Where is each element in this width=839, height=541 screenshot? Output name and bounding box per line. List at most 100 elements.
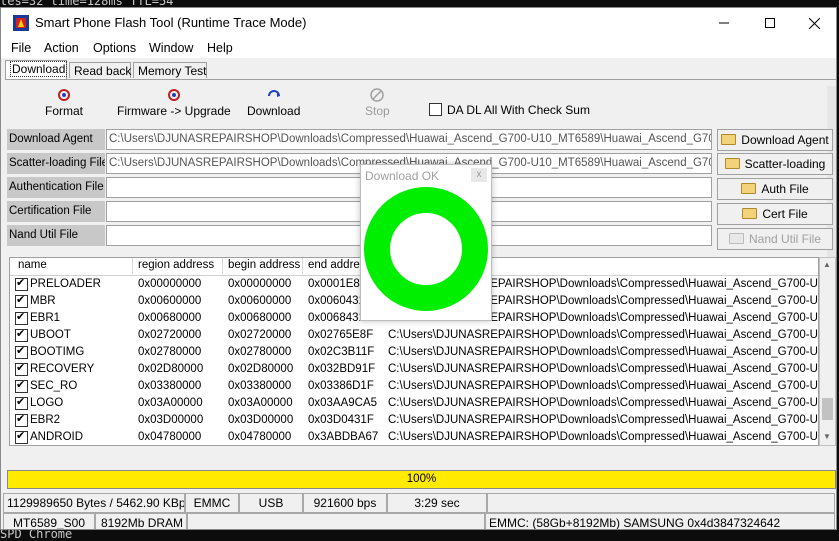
checkmark-icon: ✔ [16,396,26,408]
row-checkbox[interactable]: ✔ [15,379,28,393]
row-checkbox[interactable]: ✔ [15,294,28,308]
col-region-address[interactable]: region address [138,259,214,271]
row-checkbox[interactable]: ✔ [15,430,28,444]
cert-file-button-label: Cert File [762,207,808,221]
col-begin-address[interactable]: begin address [228,259,300,271]
col-separator[interactable] [132,258,133,274]
row-checkbox[interactable]: ✔ [15,311,28,325]
checkmark-icon: ✔ [16,311,26,323]
cell-name: RECOVERY [30,363,95,375]
download-agent-label: Download Agent [7,129,105,150]
checkmark-icon: ✔ [16,379,26,391]
table-horizontal-scrollbar[interactable] [9,446,819,460]
status-port: USB [239,493,303,513]
cert-file-button[interactable]: Cert File [717,203,833,225]
maximize-icon [765,18,775,28]
cell-region: 0x03A00000 [138,397,203,409]
checksum-label: DA DL All With Check Sum [447,103,590,117]
cert-file-label: Certification File [7,201,105,222]
scroll-up-icon[interactable]: ▲ [823,260,831,269]
menu-action[interactable]: Action [44,41,79,55]
status-transfer: 1129989650 Bytes / 5462.90 KBps [3,493,185,513]
cell-end: 0x03D0431F [308,414,374,426]
table-row[interactable]: ✔ EBR2 0x03D00000 0x03D00000 0x03D0431F C:\Us… [10,412,818,429]
auth-file-button[interactable]: Auth File [717,178,833,200]
title-bar[interactable]: Smart Phone Flash Tool (Runtime Trace Mo… [1,8,836,38]
row-checkbox[interactable]: ✔ [15,362,28,376]
table-vertical-scrollbar[interactable]: ▲ ▼ [819,257,836,446]
status-dram: 8192Mb DRAM [95,513,187,529]
scatter-loading-label: Scatter-loading File [7,153,105,174]
cell-name: MBR [30,295,56,307]
col-separator[interactable] [302,258,303,274]
maximize-button[interactable] [747,8,793,38]
scrollbar-thumb[interactable] [822,398,833,420]
cell-region: 0x02720000 [138,329,202,341]
download-agent-field[interactable]: C:\Users\DJUNASREPAIRSHOP\Downloads\Comp… [106,129,712,150]
table-row[interactable]: ✔ RECOVERY 0x02D80000 0x02D80000 0x032BD91F C… [10,361,818,378]
tab-download[interactable]: Download [5,60,68,79]
cell-begin: 0x02780000 [228,346,292,358]
folder-icon [742,208,758,219]
checkmark-icon: ✔ [16,328,26,340]
cell-location: C:\Users\DJUNASREPAIRSHOP\Downloads\Comp… [388,380,819,392]
cell-begin: 0x03D00000 [228,414,294,426]
download-ok-dialog: Download OK x [360,164,492,321]
cell-name: PRELOADER [30,278,101,290]
format-label: Format [45,104,84,118]
menu-options[interactable]: Options [93,41,136,55]
menu-file[interactable]: File [11,41,31,55]
table-row[interactable]: ✔ UBOOT 0x02720000 0x02720000 0x02765E8F C:\U… [10,327,818,344]
cell-name: EBR1 [30,312,61,324]
tab-read-back[interactable]: Read back [69,62,131,78]
download-button[interactable]: Download [247,88,300,118]
cell-end: 0x03386D1F [308,380,374,392]
format-button[interactable]: Format [45,88,83,118]
cell-location: C:\Users\DJUNASREPAIRSHOP\Downloads\Comp… [388,397,819,409]
table-row[interactable]: ✔ SEC_RO 0x03380000 0x03380000 0x03386D1F C:\… [10,378,818,395]
cell-location: C:\Users\DJUNASREPAIRSHOP\Downloads\Comp… [388,414,819,426]
col-separator[interactable] [222,258,223,274]
nand-util-button-label: Nand Util File [748,232,822,246]
row-checkbox[interactable]: ✔ [15,396,28,410]
col-name[interactable]: name [18,259,47,271]
table-row[interactable]: ✔ BOOTIMG 0x02780000 0x02780000 0x02C3B11F C:… [10,344,818,361]
close-button[interactable] [791,8,836,38]
status-storage: EMMC [185,493,239,513]
row-checkbox[interactable]: ✔ [15,328,28,342]
checkmark-icon: ✔ [16,430,26,442]
download-agent-button[interactable]: Download Agent [717,129,833,151]
tab-read-back-label: Read back [74,64,132,78]
stop-label: Stop [365,104,390,118]
scroll-down-icon[interactable]: ▼ [823,432,831,441]
dialog-title: Download OK [365,169,440,183]
row-checkbox[interactable]: ✔ [15,277,28,291]
menu-help[interactable]: Help [207,41,233,55]
nand-util-label: Nand Util File [7,225,105,246]
firmware-upgrade-button[interactable]: Firmware -> Upgrade [117,88,231,118]
cell-name: BOOTIMG [30,346,85,358]
dialog-close-button[interactable]: x [471,168,487,182]
checksum-checkbox[interactable] [429,103,442,116]
table-row[interactable]: ✔ ANDROID 0x04780000 0x04780000 0x3ABDBA67 C:… [10,429,818,445]
cell-end: 0x02765E8F [308,329,374,341]
cell-begin: 0x02D80000 [228,363,294,375]
cell-region: 0x04780000 [138,431,202,443]
progress-bar: 100% [7,470,836,489]
tab-memory-test[interactable]: Memory Test [133,62,207,78]
stop-button[interactable]: Stop [365,88,390,118]
scatter-loading-button[interactable]: Scatter-loading [717,153,833,175]
download-agent-button-label: Download Agent [741,133,829,147]
status-empty [187,513,485,529]
menu-window[interactable]: Window [149,41,193,55]
nand-util-button[interactable]: Nand Util File [717,228,833,250]
cell-region: 0x03D00000 [138,414,204,426]
table-row[interactable]: ✔ LOGO 0x03A00000 0x03A00000 0x03AA9CA5 C:\Us… [10,395,818,412]
cell-region: 0x02780000 [138,346,202,358]
row-checkbox[interactable]: ✔ [15,413,28,427]
auth-file-button-label: Auth File [761,182,809,196]
window-title: Smart Phone Flash Tool (Runtime Trace Mo… [35,15,307,30]
cell-location: C:\Users\DJUNASREPAIRSHOP\Downloads\Comp… [388,346,819,358]
row-checkbox[interactable]: ✔ [15,345,28,359]
minimize-button[interactable] [701,8,747,38]
